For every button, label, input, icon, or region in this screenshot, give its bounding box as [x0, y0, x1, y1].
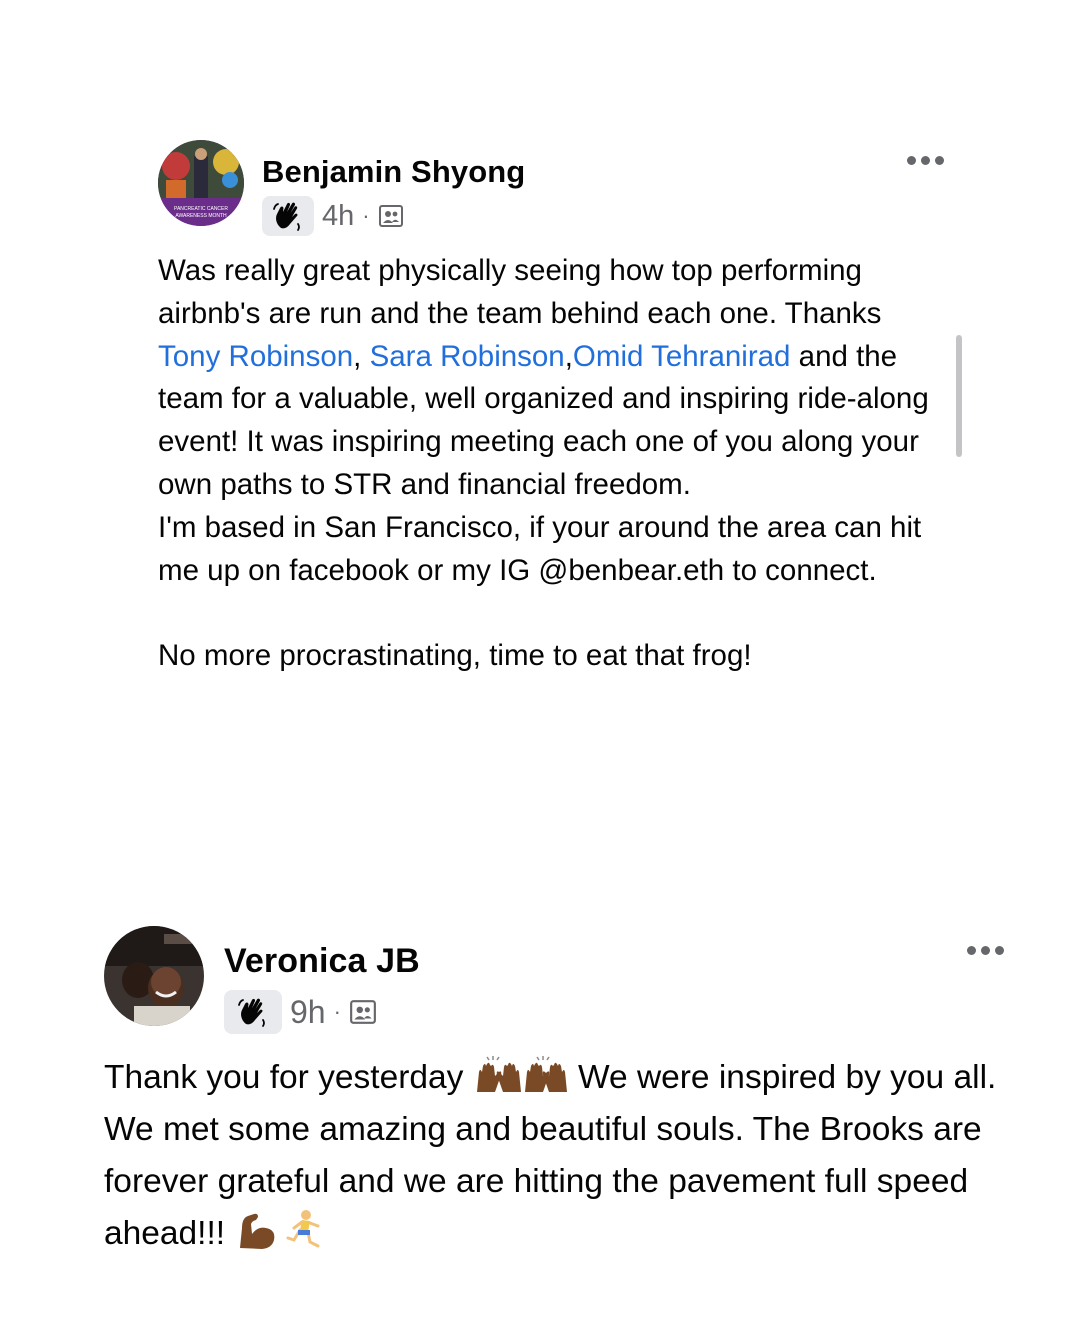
feed: PANCREATIC CANCER AWARENESS MONTH Benjam… — [0, 0, 1091, 1323]
more-options-icon[interactable] — [967, 946, 1004, 955]
body-text: , — [564, 339, 573, 373]
post-header: PANCREATIC CANCER AWARENESS MONTH Benjam… — [158, 140, 948, 236]
post-time[interactable]: 4h — [322, 200, 354, 233]
more-options-icon[interactable] — [907, 156, 944, 165]
body-text: Thank you for yesterday — [104, 1059, 473, 1096]
mention-sara-robinson[interactable]: Sara Robinson — [370, 340, 565, 373]
avatar[interactable] — [104, 926, 204, 1026]
body-paragraph: No more procrastinating, time to eat tha… — [158, 639, 752, 673]
wave-hand-icon[interactable] — [224, 990, 282, 1034]
avatar[interactable]: PANCREATIC CANCER AWARENESS MONTH — [158, 140, 244, 226]
post-body: Was really great physically seeing how t… — [158, 250, 948, 678]
body-text: , — [353, 339, 370, 373]
post-time[interactable]: 9h — [290, 994, 326, 1031]
woman-running-emoji — [280, 1208, 326, 1252]
svg-text:PANCREATIC CANCER: PANCREATIC CANCER — [174, 206, 228, 212]
post-header: Veronica JB 9h · — [104, 926, 1014, 1034]
body-paragraph: I'm based in San Francisco, if your arou… — [158, 510, 922, 587]
svg-text:AWARENESS MONTH: AWARENESS MONTH — [175, 213, 227, 219]
group-icon — [349, 998, 377, 1026]
meta-separator: · — [362, 203, 370, 228]
group-icon — [378, 203, 404, 229]
meta-separator: · — [333, 999, 341, 1024]
author-name[interactable]: Veronica JB — [224, 942, 420, 981]
scrollbar[interactable] — [956, 335, 962, 457]
wave-hand-icon[interactable] — [262, 196, 314, 236]
flexed-biceps-emoji — [234, 1208, 280, 1252]
post-veronica: Veronica JB 9h · Thank you for yesterday… — [104, 926, 1014, 1260]
raising-hands-emoji — [473, 1054, 569, 1094]
body-text: Was really great physically seeing how t… — [158, 254, 882, 330]
mention-tony-robinson[interactable]: Tony Robinson — [158, 340, 353, 373]
post-meta: 9h · — [224, 990, 377, 1034]
post-body: Thank you for yesterday We were inspired… — [104, 1052, 1014, 1260]
post-meta: 4h · — [262, 196, 404, 236]
post-benjamin: PANCREATIC CANCER AWARENESS MONTH Benjam… — [158, 140, 948, 678]
mention-omid-tehranirad[interactable]: Omid Tehranirad — [573, 340, 791, 373]
author-name[interactable]: Benjamin Shyong — [262, 154, 525, 190]
